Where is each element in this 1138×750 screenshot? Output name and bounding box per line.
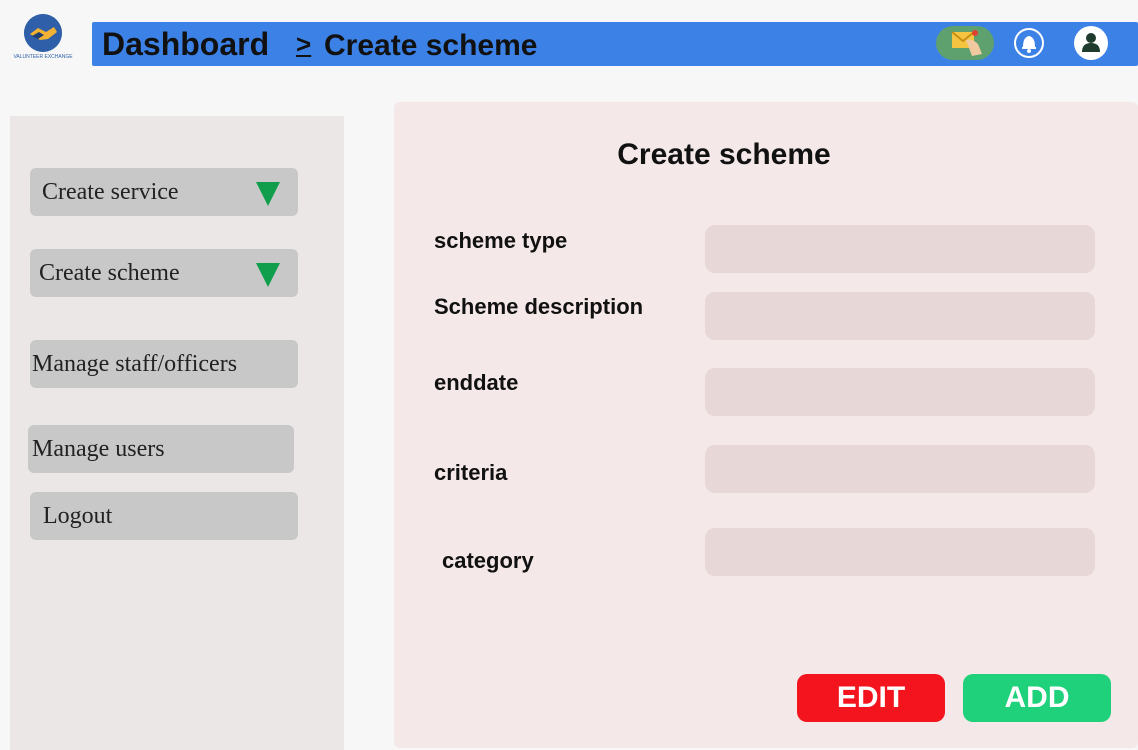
- category-label: category: [442, 548, 534, 573]
- top-bar: Dashboard > Create scheme: [92, 22, 1138, 66]
- criteria-input[interactable]: [705, 445, 1095, 493]
- breadcrumb-separator: >: [296, 29, 312, 59]
- edit-button[interactable]: EDIT: [797, 674, 945, 722]
- create-scheme-form: Create scheme scheme type Scheme descrip…: [394, 102, 1138, 748]
- sidebar: Create service Create scheme Manage staf…: [10, 116, 344, 750]
- enddate-label: enddate: [434, 370, 519, 395]
- dropdown-triangle-icon[interactable]: [256, 182, 280, 206]
- scheme-type-label: scheme type: [434, 228, 568, 253]
- scheme-type-input[interactable]: [705, 225, 1095, 273]
- sidebar-item-label: Create scheme: [39, 260, 180, 286]
- enddate-input[interactable]: [705, 368, 1095, 416]
- logo-caption: VALUNTEER EXCHANGE: [13, 54, 73, 60]
- add-button[interactable]: ADD: [963, 674, 1111, 722]
- sidebar-item-logout[interactable]: Logout: [30, 492, 298, 540]
- scheme-description-label: Scheme description: [434, 294, 644, 319]
- sidebar-item-label: Create service: [42, 179, 179, 205]
- user-icon[interactable]: [1074, 26, 1108, 60]
- criteria-label: criteria: [434, 460, 508, 485]
- app-logo[interactable]: VALUNTEER EXCHANGE: [10, 14, 76, 76]
- form-title: Create scheme: [617, 138, 831, 171]
- sidebar-item-label: Manage users: [32, 436, 165, 462]
- breadcrumb-dashboard[interactable]: Dashboard: [102, 26, 269, 62]
- sidebar-item-label: Logout: [43, 503, 113, 529]
- category-input[interactable]: [705, 528, 1095, 576]
- sidebar-item-manage-users[interactable]: Manage users: [28, 425, 294, 473]
- dropdown-triangle-icon[interactable]: [256, 263, 280, 287]
- sidebar-item-create-service[interactable]: Create service: [30, 168, 298, 216]
- scheme-description-input[interactable]: [705, 292, 1095, 340]
- sidebar-item-label: Manage staff/officers: [32, 351, 238, 377]
- handshake-icon: [24, 14, 62, 52]
- sidebar-item-create-scheme[interactable]: Create scheme: [30, 249, 298, 297]
- breadcrumb-current: Create scheme: [324, 29, 538, 62]
- sidebar-item-manage-staff[interactable]: Manage staff/officers: [30, 340, 298, 388]
- mail-icon[interactable]: [936, 26, 994, 60]
- bell-icon[interactable]: [1012, 26, 1046, 60]
